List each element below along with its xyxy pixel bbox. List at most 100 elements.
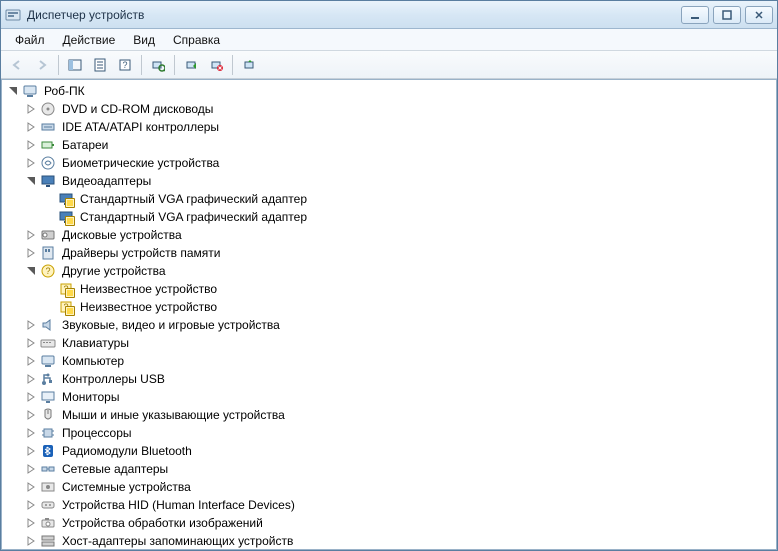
expand-icon[interactable] [24, 138, 38, 152]
window-controls [681, 6, 773, 24]
menu-help[interactable]: Справка [165, 31, 228, 49]
unknown-icon: ? [58, 281, 74, 297]
tree-category[interactable]: Биометрические устройства [6, 154, 776, 172]
tree-category-label: Драйверы устройств памяти [60, 244, 222, 262]
tree-device[interactable]: ? Неизвестное устройство [6, 298, 776, 316]
storagehost-icon [40, 533, 56, 549]
expand-icon[interactable] [24, 444, 38, 458]
expand-icon[interactable] [24, 354, 38, 368]
menu-file[interactable]: Файл [7, 31, 53, 49]
tree-category-label: Радиомодули Bluetooth [60, 442, 194, 460]
menu-view[interactable]: Вид [125, 31, 163, 49]
tree-device[interactable]: Стандартный VGA графический адаптер [6, 208, 776, 226]
scan-hardware-button[interactable] [146, 53, 170, 77]
close-button[interactable] [745, 6, 773, 24]
collapse-icon[interactable] [24, 264, 38, 278]
tree-category[interactable]: ?Другие устройства [6, 262, 776, 280]
tree-category[interactable]: Батареи [6, 136, 776, 154]
tree-device-label: Неизвестное устройство [78, 298, 219, 316]
device-tree[interactable]: Роб-ПКDVD и CD-ROM дисководыIDE ATA/ATAP… [2, 80, 776, 549]
keyboard-icon [40, 335, 56, 351]
computer-icon [40, 353, 56, 369]
expand-icon[interactable] [24, 516, 38, 530]
memcard-icon [40, 245, 56, 261]
cpu-icon [40, 425, 56, 441]
tree-category[interactable]: Процессоры [6, 424, 776, 442]
window-title: Диспетчер устройств [27, 8, 144, 22]
disc-icon [40, 101, 56, 117]
expand-icon[interactable] [24, 102, 38, 116]
tree-category[interactable]: DVD и CD-ROM дисководы [6, 100, 776, 118]
expand-icon[interactable] [24, 534, 38, 548]
tree-category[interactable]: Мыши и иные указывающие устройства [6, 406, 776, 424]
expand-icon[interactable] [24, 462, 38, 476]
tree-device[interactable]: Стандартный VGA графический адаптер [6, 190, 776, 208]
tree-category-label: Другие устройства [60, 262, 168, 280]
tree-category-label: Мыши и иные указывающие устройства [60, 406, 287, 424]
display-icon [58, 209, 74, 225]
tree-category-label: Батареи [60, 136, 110, 154]
display-icon [58, 191, 74, 207]
expand-icon[interactable] [24, 480, 38, 494]
update-driver-button[interactable] [237, 53, 261, 77]
tree-category-label: Контроллеры USB [60, 370, 167, 388]
expand-icon[interactable] [24, 498, 38, 512]
tree-root[interactable]: Роб-ПК [6, 82, 776, 100]
collapse-icon[interactable] [24, 174, 38, 188]
tree-category[interactable]: Дисковые устройства [6, 226, 776, 244]
uninstall-device-button[interactable] [204, 53, 228, 77]
expand-icon[interactable] [24, 120, 38, 134]
hid-icon [40, 497, 56, 513]
svg-text:?: ? [63, 284, 68, 294]
tree-category[interactable]: Компьютер [6, 352, 776, 370]
system-icon [40, 479, 56, 495]
tree-category[interactable]: IDE ATA/ATAPI контроллеры [6, 118, 776, 136]
tree-category[interactable]: Системные устройства [6, 478, 776, 496]
tree-category[interactable]: Устройства обработки изображений [6, 514, 776, 532]
menu-action[interactable]: Действие [55, 31, 124, 49]
enable-device-button[interactable] [179, 53, 203, 77]
toolbar-separator [141, 55, 142, 75]
minimize-button[interactable] [681, 6, 709, 24]
svg-text:?: ? [63, 302, 68, 312]
tree-category[interactable]: Драйверы устройств памяти [6, 244, 776, 262]
tree-category[interactable]: Звуковые, видео и игровые устройства [6, 316, 776, 334]
properties-button[interactable] [88, 53, 112, 77]
tree-category-label: Процессоры [60, 424, 134, 442]
tree-category[interactable]: Контроллеры USB [6, 370, 776, 388]
usb-icon [40, 371, 56, 387]
tree-category[interactable]: Клавиатуры [6, 334, 776, 352]
tree-category[interactable]: Устройства HID (Human Interface Devices) [6, 496, 776, 514]
imaging-icon [40, 515, 56, 531]
expand-icon[interactable] [24, 426, 38, 440]
toolbar: ? [1, 51, 777, 79]
tree-category[interactable]: Сетевые адаптеры [6, 460, 776, 478]
help-button[interactable]: ? [113, 53, 137, 77]
tree-category-label: Мониторы [60, 388, 121, 406]
tree-category-label: Видеоадаптеры [60, 172, 153, 190]
tree-category-label: DVD и CD-ROM дисководы [60, 100, 215, 118]
expand-icon[interactable] [24, 390, 38, 404]
tree-device[interactable]: ?Неизвестное устройство [6, 280, 776, 298]
expand-icon[interactable] [24, 246, 38, 260]
tree-category[interactable]: Хост-адаптеры запоминающих устройств [6, 532, 776, 549]
maximize-button[interactable] [713, 6, 741, 24]
expand-icon[interactable] [24, 336, 38, 350]
expand-icon[interactable] [24, 408, 38, 422]
expand-icon[interactable] [24, 156, 38, 170]
tree-category-label: Хост-адаптеры запоминающих устройств [60, 532, 295, 549]
menu-bar: Файл Действие Вид Справка [1, 29, 777, 51]
expand-icon[interactable] [24, 372, 38, 386]
tree-category[interactable]: Радиомодули Bluetooth [6, 442, 776, 460]
collapse-icon[interactable] [6, 84, 20, 98]
expand-icon[interactable] [24, 228, 38, 242]
show-hide-tree-button[interactable] [63, 53, 87, 77]
tree-category-label: Клавиатуры [60, 334, 131, 352]
forward-button [30, 53, 54, 77]
expand-icon[interactable] [24, 318, 38, 332]
tree-category[interactable]: Мониторы [6, 388, 776, 406]
tree-category-label: Сетевые адаптеры [60, 460, 170, 478]
tree-category[interactable]: Видеоадаптеры [6, 172, 776, 190]
monitor-icon [40, 389, 56, 405]
tree-category-label: Биометрические устройства [60, 154, 221, 172]
